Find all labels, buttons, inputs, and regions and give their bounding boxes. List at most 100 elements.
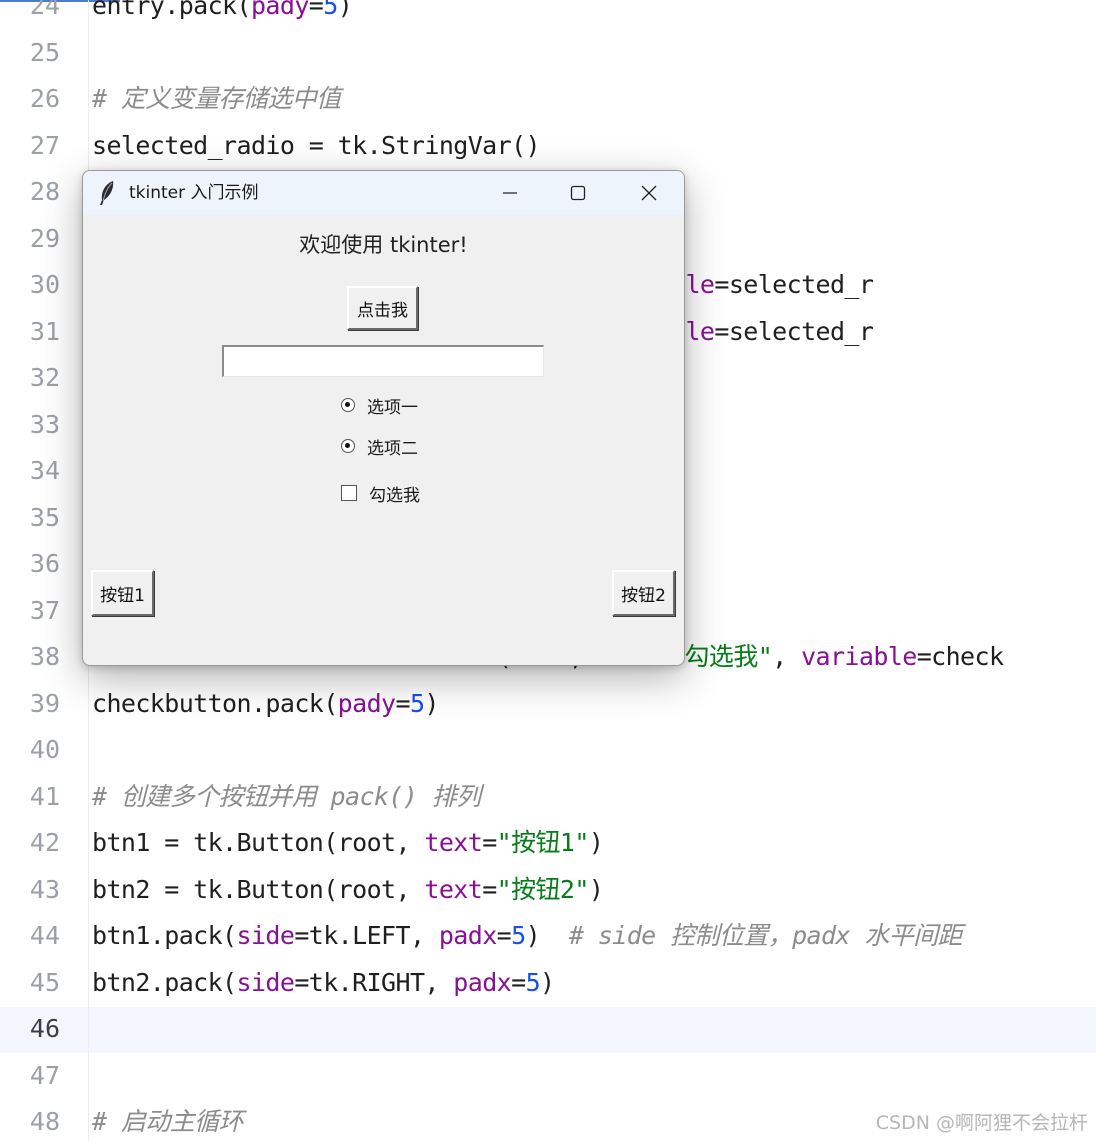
code-token: text [424, 874, 483, 904]
checkbox-label: 勾选我 [369, 485, 420, 506]
code-line[interactable]: 44 btn1.pack(side=tk.LEFT, padx=5) # side… [0, 913, 1096, 959]
line-number: 44 [29, 921, 60, 950]
code-text[interactable]: selected_radio = tk.StringVar() [92, 123, 541, 169]
code-text[interactable]: entry.pack(pady=5) [92, 0, 353, 29]
button-2[interactable]: 按钮2 [612, 570, 675, 616]
code-token: # 定义变量存储选中值 [92, 84, 341, 113]
code-token: =tk.RIGHT, [294, 967, 454, 997]
line-number: 43 [29, 874, 60, 904]
line-number: 35 [29, 502, 60, 532]
code-token: 5 [511, 921, 526, 950]
code-text[interactable]: # 定义变量存储选中值 [92, 76, 341, 122]
code-text[interactable]: btn2.pack(side=tk.RIGHT, padx=5) [92, 960, 555, 1006]
checkbox-option[interactable]: 勾选我 [341, 479, 420, 507]
code-token: =check [916, 642, 1004, 671]
radio-option-1[interactable]: 选项一 [341, 391, 418, 419]
line-number: 29 [29, 223, 60, 253]
code-line[interactable]: 42 btn1 = tk.Button(root, text="按钮1") [0, 820, 1096, 866]
code-line[interactable]: 45 btn2.pack(side=tk.RIGHT, padx=5) [0, 960, 1096, 1006]
radio-selected-icon[interactable] [341, 439, 355, 453]
code-token: entry.pack( [92, 0, 252, 20]
radio-option-2[interactable]: 选项二 [341, 432, 418, 460]
line-number: 39 [29, 688, 60, 718]
code-line[interactable]: 47 [0, 1053, 1096, 1099]
checkbox-unchecked-icon[interactable] [341, 485, 357, 501]
code-line[interactable]: 39 checkbutton.pack(pady=5) [0, 681, 1096, 727]
line-number: 28 [29, 177, 60, 206]
code-line[interactable]: 40 [0, 727, 1096, 773]
code-token: = [496, 921, 512, 950]
code-token: "按钮1" [496, 828, 590, 857]
code-line[interactable]: 25 [0, 30, 1096, 76]
code-text[interactable]: # 创建多个按钮并用 pack() 排列 [92, 774, 481, 820]
code-line[interactable]: 24 entry.pack(pady=5) [0, 0, 1096, 29]
code-token: =selected_r [714, 316, 874, 346]
code-token: btn2 = tk.Button(root, [92, 874, 425, 904]
code-token: =tk.LEFT, [294, 921, 439, 950]
code-token: "按钮2" [496, 874, 590, 904]
feather-icon [97, 180, 117, 210]
close-button[interactable] [614, 171, 684, 215]
code-token: # 启动主循环 [92, 1107, 244, 1136]
code-token: = [395, 688, 410, 718]
line-number: 26 [29, 84, 60, 113]
minimize-button[interactable] [475, 171, 545, 215]
code-token: 5 [323, 0, 338, 20]
close-icon [641, 185, 657, 201]
code-token: = [482, 828, 497, 857]
window-title: tkinter 入门示例 [129, 183, 259, 203]
code-line[interactable]: 27 selected_radio = tk.StringVar() [0, 123, 1096, 169]
code-token: selected_radio = tk.StringVar() [92, 130, 541, 160]
code-line[interactable]: 46 [0, 1006, 1096, 1052]
radio-selected-icon[interactable] [341, 398, 355, 412]
text-entry[interactable] [222, 345, 544, 377]
click-me-button[interactable]: 点击我 [347, 286, 418, 330]
code-token: btn1.pack( [92, 921, 237, 950]
code-token: , [772, 642, 802, 671]
code-token: = [308, 0, 324, 20]
window-titlebar[interactable]: tkinter 入门示例 [83, 171, 684, 215]
code-line[interactable]: 41 # 创建多个按钮并用 pack() 排列 [0, 774, 1096, 820]
code-text[interactable]: btn1 = tk.Button(root, text="按钮1") [92, 820, 604, 866]
maximize-icon [570, 185, 586, 201]
code-token: text [424, 828, 483, 857]
button-1[interactable]: 按钮1 [91, 570, 154, 616]
radio-option-2-label: 选项二 [367, 438, 418, 459]
line-number: 46 [29, 1014, 60, 1043]
line-number: 38 [29, 642, 60, 671]
maximize-button[interactable] [543, 171, 613, 215]
code-token: padx [438, 921, 497, 950]
watermark: CSDN @啊阿狸不会拉杆 [875, 1112, 1088, 1134]
line-number: 25 [29, 37, 60, 67]
code-token: btn2.pack( [92, 967, 237, 997]
code-token: 5 [409, 688, 425, 718]
radio-option-1-label: 选项一 [367, 397, 418, 418]
code-token: side [236, 921, 295, 950]
line-number: 30 [29, 270, 60, 299]
code-token: ) [337, 0, 353, 20]
line-number: 32 [29, 363, 60, 392]
code-token: btn1 = tk.Button(root, [92, 828, 425, 857]
line-number: 47 [29, 1060, 60, 1090]
code-token: ) [588, 874, 604, 904]
tkinter-window[interactable]: tkinter 入门示例 欢迎使用 tkinter! 点击我 选项一 选项二 勾… [82, 170, 685, 666]
code-token: # side 控制位置，padx 水平间距 [568, 921, 963, 950]
code-line[interactable]: 26 # 定义变量存储选中值 [0, 76, 1096, 122]
code-token: ) [588, 828, 604, 857]
line-number: 41 [29, 781, 60, 811]
code-text[interactable]: # 启动主循环 [92, 1099, 244, 1141]
minimize-icon [503, 192, 517, 194]
code-text[interactable]: btn2 = tk.Button(root, text="按钮2") [92, 867, 604, 913]
code-token: ) [540, 967, 555, 997]
code-token: checkbutton.pack( [92, 688, 338, 718]
code-token: pady [250, 0, 309, 20]
code-text[interactable]: btn1.pack(side=tk.LEFT, padx=5) # side 控… [92, 913, 963, 959]
code-token: =selected_r [714, 270, 874, 299]
line-number: 24 [29, 0, 60, 20]
code-line[interactable]: 43 btn2 = tk.Button(root, text="按钮2") [0, 867, 1096, 913]
code-text[interactable]: checkbutton.pack(pady=5) [92, 681, 439, 727]
code-token: = [482, 874, 497, 904]
line-number: 37 [29, 595, 60, 625]
line-number: 45 [29, 967, 60, 997]
code-token: ) [525, 921, 569, 950]
